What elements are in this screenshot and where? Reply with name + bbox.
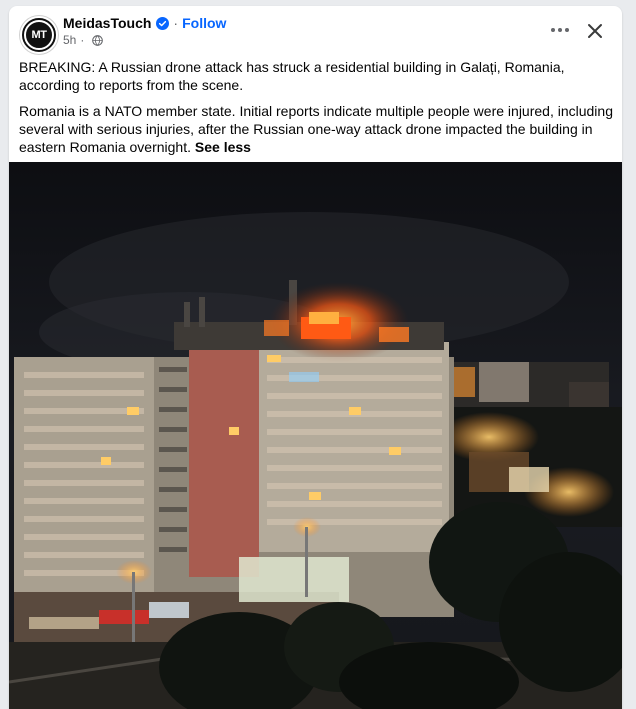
- post-text: BREAKING: A Russian drone attack has str…: [19, 58, 615, 164]
- post-time[interactable]: 5h: [63, 33, 76, 47]
- close-button[interactable]: [582, 18, 608, 44]
- author-name[interactable]: MeidasTouch: [63, 15, 151, 31]
- close-icon: [588, 24, 602, 38]
- more-dots-icon: [551, 28, 569, 32]
- separator: ·: [173, 15, 179, 31]
- more-options-button[interactable]: [546, 18, 574, 42]
- post-header: MT MeidasTouch · Follow 5h ·: [9, 6, 622, 56]
- author-row: MeidasTouch · Follow: [63, 15, 226, 31]
- avatar[interactable]: MT: [20, 16, 58, 54]
- avatar-initials: MT: [24, 20, 54, 50]
- post-paragraph-1: BREAKING: A Russian drone attack has str…: [19, 59, 565, 93]
- globe-icon: [92, 34, 104, 46]
- post-paragraph-2: Romania is a NATO member state. Initial …: [19, 102, 615, 156]
- post-paragraph-2-text: Romania is a NATO member state. Initial …: [19, 103, 613, 155]
- follow-button[interactable]: Follow: [182, 15, 226, 31]
- post-meta: 5h ·: [63, 33, 104, 47]
- post-photo[interactable]: [9, 162, 622, 709]
- meta-separator: ·: [80, 33, 85, 47]
- post-card: MT MeidasTouch · Follow 5h · BREAKING: A…: [9, 6, 622, 709]
- see-less-link[interactable]: See less: [195, 139, 251, 155]
- verified-badge-icon: [156, 16, 170, 30]
